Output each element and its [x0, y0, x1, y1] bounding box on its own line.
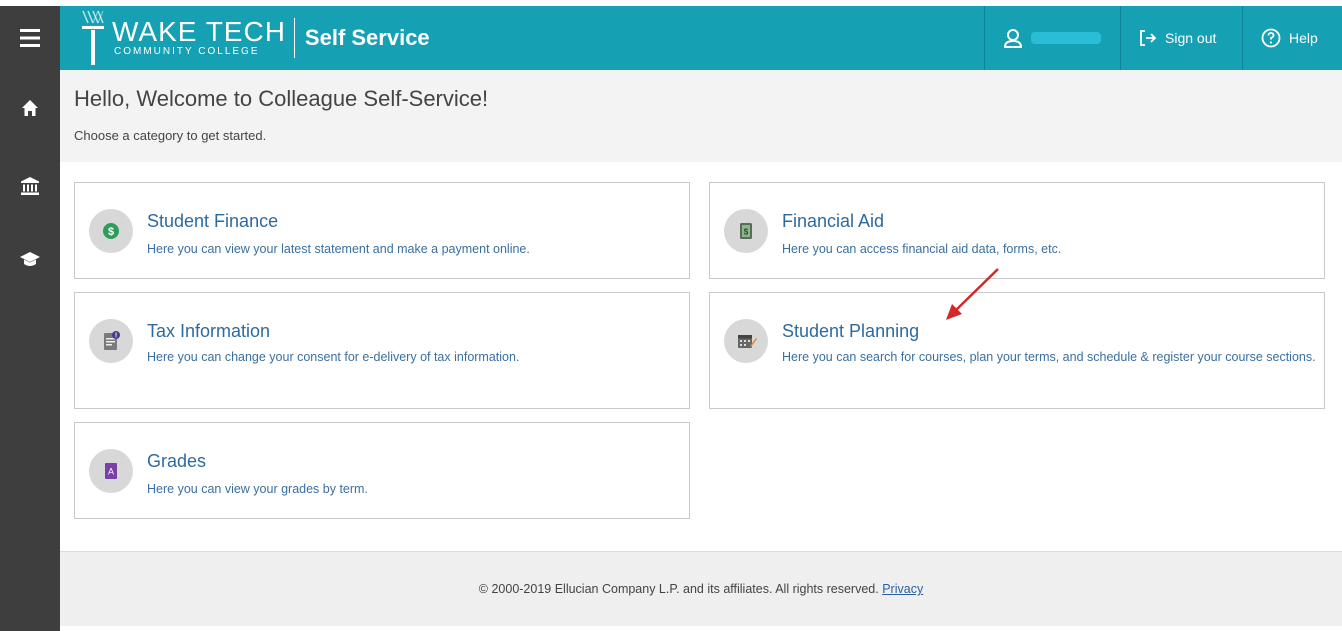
- top-bar: WAKE TECH COMMUNITY COLLEGE Self Service…: [0, 0, 1342, 70]
- category-card-student-planning[interactable]: Student Planning Here you can search for…: [709, 292, 1325, 409]
- sidebar-item-academics[interactable]: [0, 240, 60, 280]
- privacy-link[interactable]: Privacy: [882, 582, 923, 596]
- money-icon: $: [740, 223, 752, 239]
- logo-main-text: WAKE TECH: [112, 16, 286, 47]
- card-icon-wrapper: A: [89, 449, 133, 493]
- card-title[interactable]: Student Planning: [782, 321, 919, 342]
- card-description: Here you can change your consent for e-d…: [147, 350, 520, 364]
- sidebar-item-finance[interactable]: [0, 166, 60, 206]
- help-button[interactable]: Help: [1242, 6, 1342, 70]
- card-title[interactable]: Tax Information: [147, 321, 270, 342]
- card-description: Here you can view your grades by term.: [147, 482, 368, 496]
- card-title[interactable]: Grades: [147, 451, 206, 472]
- category-card-tax-information[interactable]: ! Tax Information Here you can change yo…: [74, 292, 690, 409]
- svg-text:A: A: [108, 467, 114, 477]
- welcome-banner: Hello, Welcome to Colleague Self-Service…: [60, 70, 1342, 162]
- page-footer: © 2000-2019 Ellucian Company L.P. and it…: [60, 551, 1342, 626]
- annotation-arrow: [946, 268, 999, 320]
- header-actions: Sign out Help: [984, 6, 1342, 70]
- svg-text:!: !: [115, 333, 117, 340]
- svg-text:$: $: [108, 226, 114, 238]
- user-icon: [1003, 29, 1023, 48]
- sign-out-label: Sign out: [1165, 30, 1217, 46]
- card-icon-wrapper: [724, 319, 768, 363]
- menu-toggle-button[interactable]: [0, 6, 60, 70]
- card-title[interactable]: Student Finance: [147, 211, 278, 232]
- help-label: Help: [1289, 30, 1318, 46]
- logo-sub-text: COMMUNITY COLLEGE: [114, 46, 260, 57]
- copyright-text: © 2000-2019 Ellucian Company L.P. and it…: [478, 582, 879, 596]
- sign-out-button[interactable]: Sign out: [1120, 6, 1242, 70]
- card-description: Here you can search for courses, plan yo…: [782, 350, 1316, 364]
- category-card-financial-aid[interactable]: $ Financial Aid Here you can access fina…: [709, 182, 1325, 279]
- hamburger-icon: [20, 29, 40, 47]
- card-icon-wrapper: $: [89, 209, 133, 253]
- home-icon: [22, 100, 38, 116]
- sign-out-icon: [1140, 30, 1157, 46]
- card-icon-wrapper: !: [89, 319, 133, 363]
- footer-text: © 2000-2019 Ellucian Company L.P. and it…: [60, 582, 1342, 596]
- category-card-student-finance[interactable]: $ Student Finance Here you can view your…: [74, 182, 690, 279]
- logo-divider: [293, 18, 295, 58]
- help-icon: [1261, 28, 1281, 48]
- bank-icon: [21, 177, 39, 195]
- logo-tower-icon: [82, 10, 104, 65]
- card-description: Here you can view your latest statement …: [147, 242, 530, 256]
- tax-document-icon: !: [104, 331, 120, 350]
- user-name-redacted: [1031, 32, 1101, 44]
- graduation-cap-icon: [20, 252, 40, 266]
- user-profile-button[interactable]: [984, 6, 1120, 70]
- left-sidebar: [0, 70, 60, 631]
- calendar-icon: [738, 335, 757, 348]
- dollar-icon: $: [103, 223, 119, 239]
- card-description: Here you can access financial aid data, …: [782, 242, 1062, 256]
- page-subtitle: Choose a category to get started.: [74, 128, 267, 143]
- card-title[interactable]: Financial Aid: [782, 211, 884, 232]
- college-logo[interactable]: WAKE TECH COMMUNITY COLLEGE Self Service: [80, 6, 430, 70]
- sidebar-item-home[interactable]: [0, 88, 60, 128]
- svg-text:$: $: [744, 228, 749, 237]
- category-card-grades[interactable]: A Grades Here you can view your grades b…: [74, 422, 690, 519]
- grade-icon: A: [105, 463, 117, 479]
- page-title: Hello, Welcome to Colleague Self-Service…: [74, 86, 489, 111]
- app-name: Self Service: [304, 25, 430, 50]
- header-banner: WAKE TECH COMMUNITY COLLEGE Self Service…: [60, 6, 1342, 70]
- card-icon-wrapper: $: [724, 209, 768, 253]
